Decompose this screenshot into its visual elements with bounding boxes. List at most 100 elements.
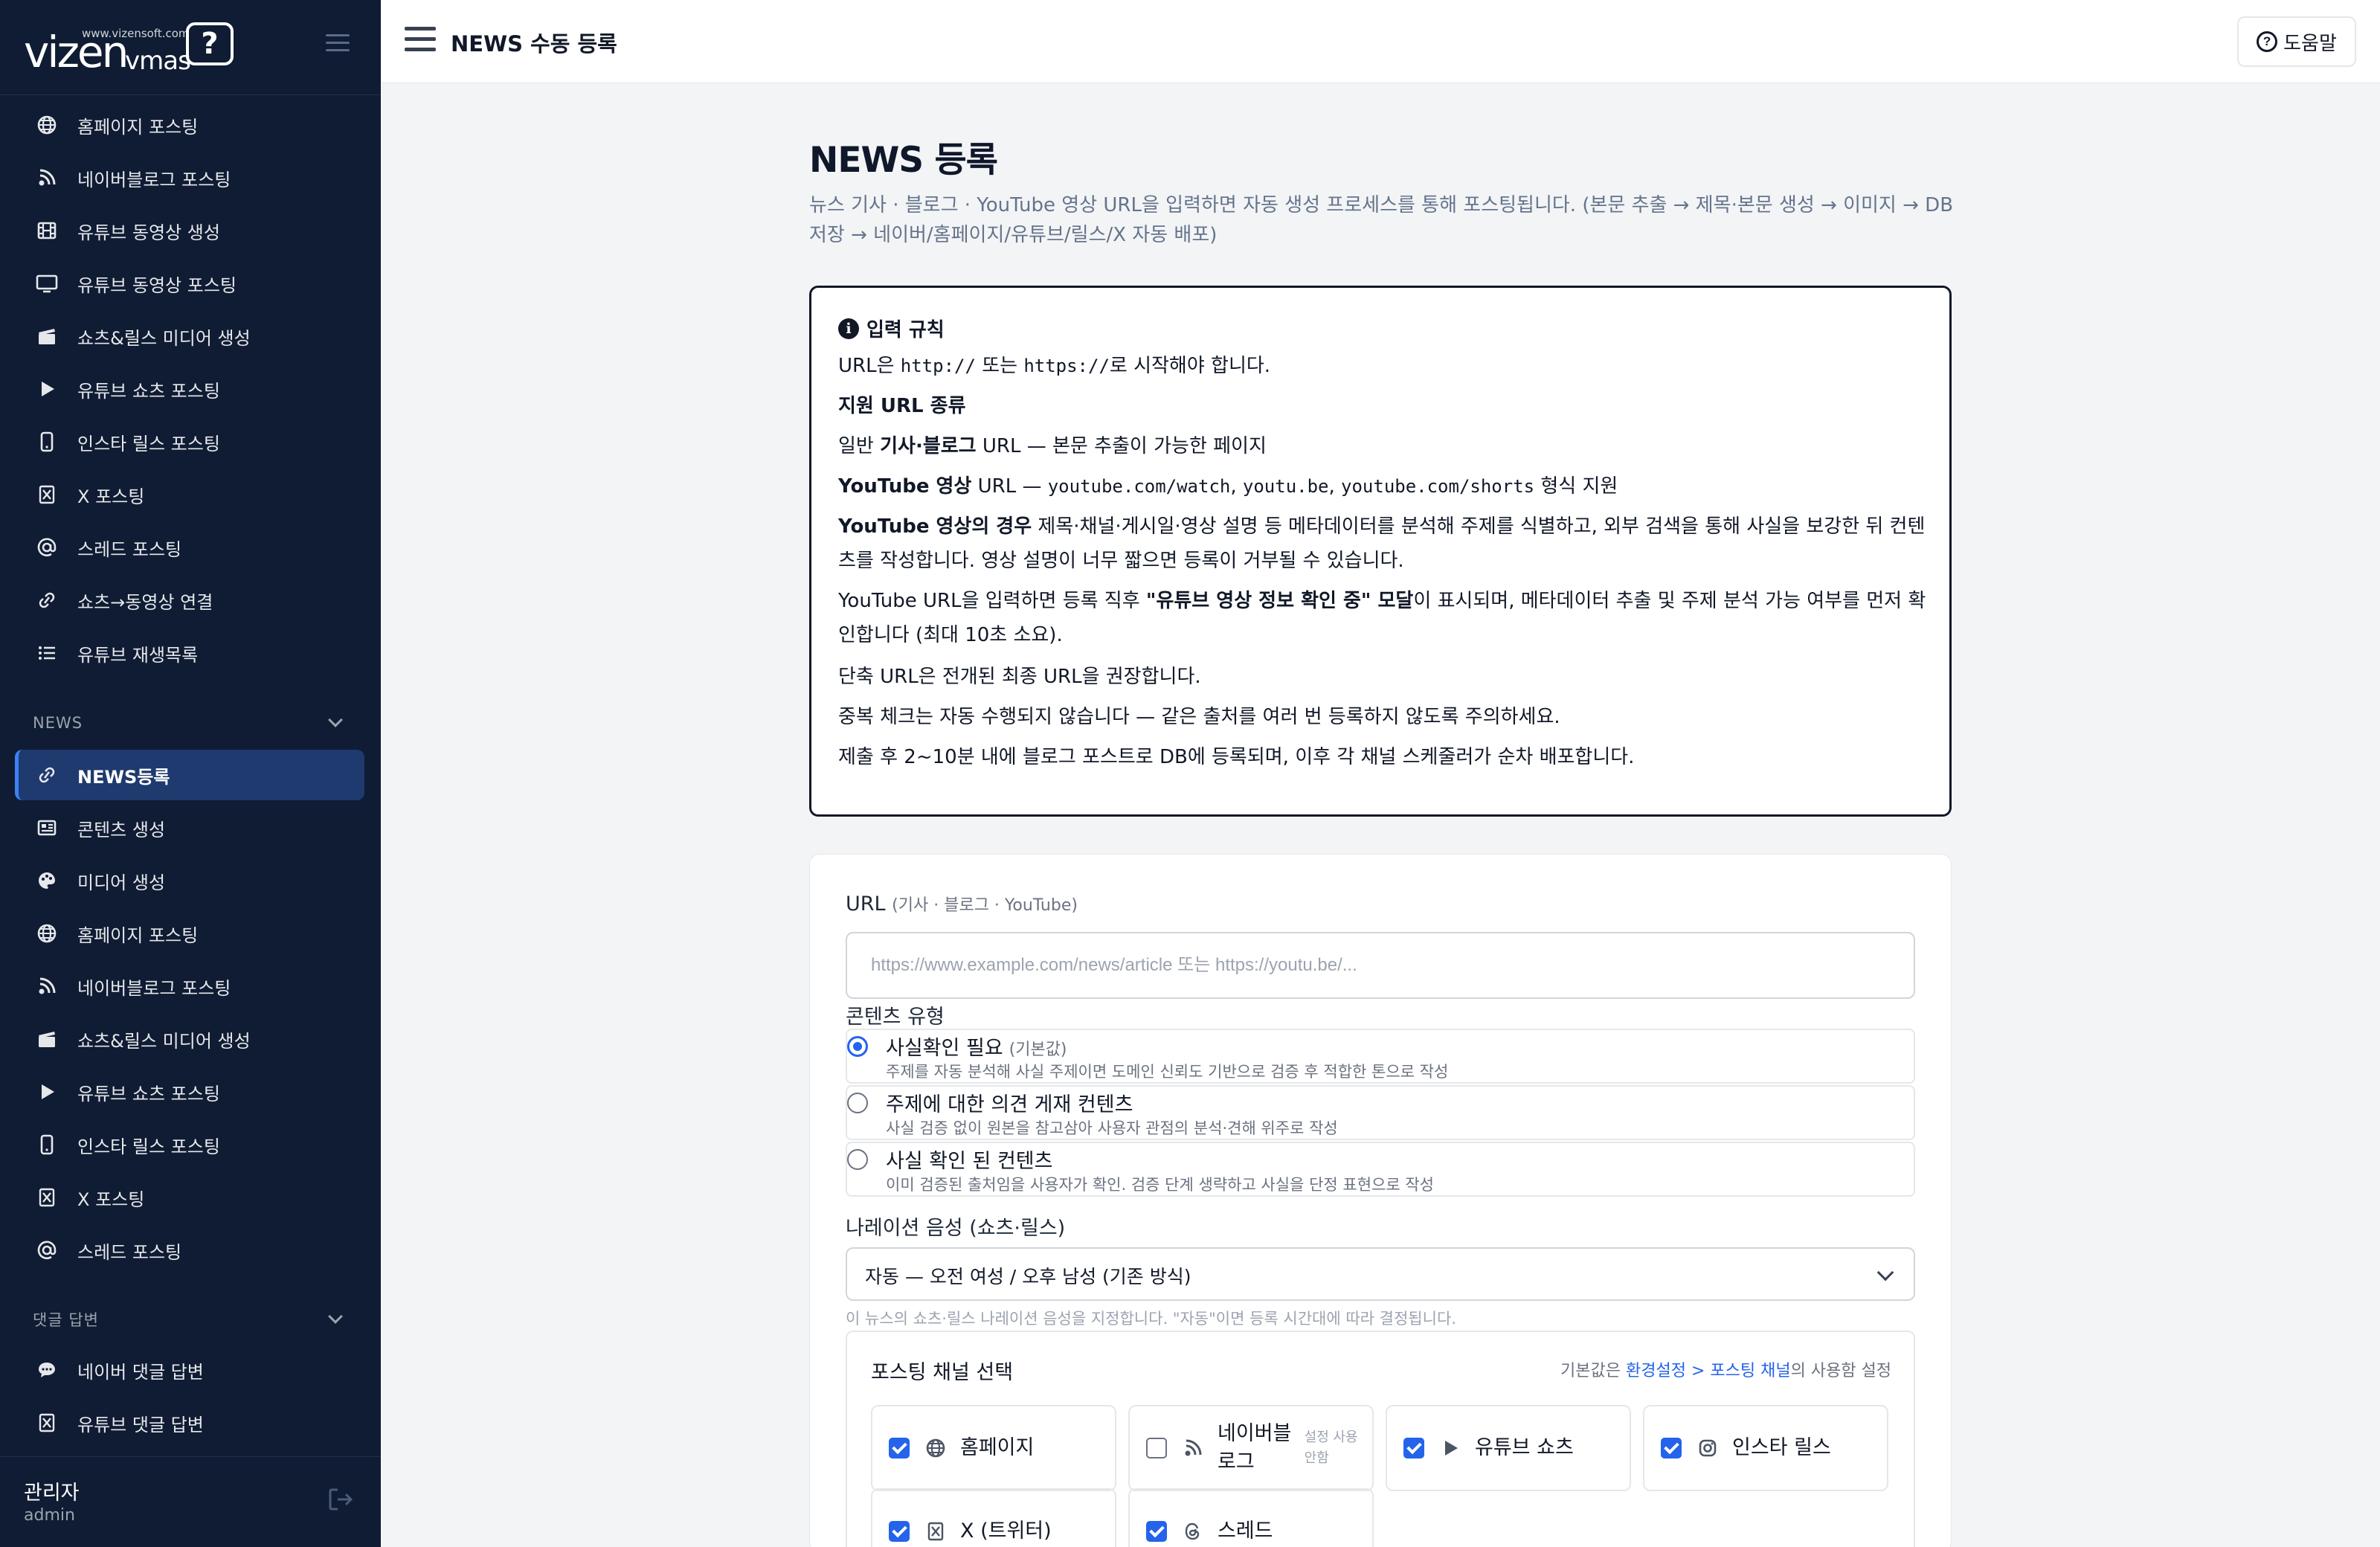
content-type-option[interactable]: 사실 확인 된 컨텐츠 이미 검증된 출처임을 사용자가 확인. 검증 단계 생략… — [846, 1142, 1915, 1197]
channel-note: 설정 사용 안함 — [1304, 1429, 1358, 1466]
at-icon — [34, 535, 60, 560]
phone-icon — [34, 429, 60, 454]
channel-checkbox[interactable] — [1146, 1521, 1167, 1542]
chevron-down-icon — [328, 1309, 343, 1324]
channel-option[interactable]: 네이버블로그 설정 사용 안함 — [1128, 1405, 1374, 1491]
newspaper-icon — [34, 815, 60, 840]
channels-note: 기본값은 환경설정 > 포스팅 채널의 사용함 설정 — [1560, 1362, 1891, 1380]
threads-icon — [1182, 1520, 1204, 1543]
sidebar-item[interactable]: 스레드 포스팅 — [15, 1225, 364, 1276]
top-bar: NEWS 수동 등록 ? 도움말 — [381, 0, 2380, 83]
sidebar-item[interactable]: 네이버블로그 포스팅 — [15, 152, 364, 203]
at-icon — [34, 1238, 60, 1263]
channel-option[interactable]: 유튜브 쇼츠 — [1386, 1405, 1631, 1491]
rule-youtube: YouTube 영상 URL — youtube.com/watch, yout… — [838, 475, 1618, 498]
sidebar-item[interactable]: 유튜브 쇼츠 포스팅 — [15, 364, 364, 414]
sidebar: www.vizensoft.com vizen vmas ? 홈페이지 포스팅 네… — [0, 0, 381, 1547]
rule-article: 일반 기사·블로그 URL — 본문 추출이 가능한 페이지 — [838, 435, 1267, 457]
channel-checkbox[interactable] — [1661, 1438, 1682, 1458]
info-icon: i — [838, 318, 859, 339]
news-form: URL (기사 · 블로그 · YouTube) 콘텐츠 유형 사실확인 필요(… — [809, 854, 1952, 1547]
sidebar-item[interactable]: 유튜브 동영상 생성 — [15, 205, 364, 256]
play-icon — [1439, 1437, 1461, 1459]
sidebar-item[interactable]: 인스타 릴스 포스팅 — [15, 1119, 364, 1170]
channel-option[interactable]: 스레드 — [1128, 1488, 1374, 1547]
channel-option[interactable]: 인스타 릴스 — [1643, 1405, 1888, 1491]
channel-checkbox[interactable] — [1146, 1438, 1167, 1458]
sidebar-item[interactable]: 쇼츠→동영상 연결 — [15, 575, 364, 625]
channel-checkbox[interactable] — [889, 1521, 910, 1542]
sidebar-item[interactable]: 네이버블로그 포스팅 — [15, 961, 364, 1012]
channel-label: 인스타 릴스 — [1732, 1436, 1831, 1459]
sidebar-item-label: 유튜브 댓글 답변 — [77, 1414, 204, 1435]
channel-label: 스레드 — [1218, 1519, 1273, 1543]
sidebar-collapse-icon[interactable] — [326, 34, 350, 52]
section-comments[interactable]: 댓글 답변 — [33, 1305, 348, 1334]
sidebar-item[interactable]: 유튜브 댓글 답변 — [15, 1398, 364, 1448]
sidebar-item-label: 쇼츠→동영상 연결 — [77, 591, 213, 613]
rules-heading: i 입력 규칙 — [838, 315, 945, 342]
monitor-icon — [34, 271, 60, 296]
sidebar-item[interactable]: 인스타 릴스 포스팅 — [15, 416, 364, 467]
logo-product: vmas — [125, 46, 191, 76]
section-comments-label: 댓글 답변 — [33, 1311, 99, 1329]
rule-supported-heading: 지원 URL 종류 — [838, 395, 966, 417]
channel-option[interactable]: 홈페이지 — [871, 1405, 1116, 1491]
x-icon — [924, 1520, 947, 1543]
phone-icon — [34, 1132, 60, 1157]
menu-icon[interactable] — [405, 27, 436, 54]
palette-icon — [34, 868, 60, 893]
logout-icon[interactable] — [327, 1487, 356, 1512]
logo-wordmark[interactable]: vizen — [24, 27, 129, 77]
section-news-label: NEWS — [33, 714, 83, 732]
channel-label: 유튜브 쇼츠 — [1475, 1436, 1574, 1459]
settings-link[interactable]: 환경설정 > 포스팅 채널 — [1626, 1362, 1791, 1380]
sidebar-item[interactable]: 미디어 생성 — [15, 855, 364, 906]
sidebar-item-label: 유튜브 재생목록 — [77, 644, 199, 666]
sidebar-item-label: 홈페이지 포스팅 — [77, 116, 199, 138]
play-icon — [34, 1079, 60, 1104]
sidebar-item[interactable]: 홈페이지 포스팅 — [15, 100, 364, 150]
sidebar-item[interactable]: 유튜브 쇼츠 포스팅 — [15, 1067, 364, 1117]
sidebar-item-label: 네이버블로그 포스팅 — [77, 977, 231, 999]
link-icon — [34, 588, 60, 613]
blog-icon — [34, 974, 60, 999]
sidebar-item-label: 유튜브 동영상 생성 — [77, 222, 220, 243]
user-name: 관리자 — [24, 1482, 80, 1505]
content-type-option[interactable]: 사실확인 필요 (기본값) 주제를 자동 분석해 사실 주제이면 도메인 신뢰도 기… — [846, 1029, 1915, 1084]
channel-checkbox[interactable] — [889, 1438, 910, 1458]
voice-select[interactable]: 자동 — 오전 여성 / 오후 남성 (기존 방식) — [846, 1247, 1915, 1301]
sidebar-item[interactable]: 스레드 포스팅 — [15, 522, 364, 573]
radio-button[interactable] — [847, 1093, 868, 1113]
help-button[interactable]: ? 도움말 — [2237, 16, 2356, 67]
blog-icon — [1182, 1437, 1204, 1459]
rule-schedule: 제출 후 2~10분 내에 블로그 포스트로 DB에 등록되며, 이후 각 채널… — [838, 746, 1635, 768]
content-type-option[interactable]: 주제에 대한 의견 게재 컨텐츠 사실 검증 없이 원본을 참고삼아 사용자 관점… — [846, 1085, 1915, 1140]
rules-heading-label: 입력 규칙 — [866, 319, 945, 341]
link-icon — [34, 762, 60, 788]
input-rules-panel: i 입력 규칙 URL은 http:// 또는 https://로 시작해야 합… — [809, 286, 1952, 817]
sidebar-item[interactable]: 유튜브 동영상 포스팅 — [15, 258, 364, 309]
sidebar-item[interactable]: 콘텐츠 생성 — [15, 803, 364, 853]
sidebar-item[interactable]: X 포스팅 — [15, 469, 364, 520]
section-news[interactable]: NEWS — [33, 708, 348, 738]
sidebar-item[interactable]: 홈페이지 포스팅 — [15, 908, 364, 959]
radio-button[interactable] — [847, 1036, 868, 1057]
sidebar-item[interactable]: 쇼츠&릴스 미디어 생성 — [15, 311, 364, 361]
sidebar-item[interactable]: 유튜브 재생목록 — [15, 628, 364, 678]
sidebar-item-label: 인스타 릴스 포스팅 — [77, 433, 220, 454]
channel-checkbox[interactable] — [1403, 1438, 1424, 1458]
url-label-sub: (기사 · 블로그 · YouTube) — [892, 896, 1078, 915]
sidebar-item[interactable]: NEWS등록 — [15, 750, 364, 800]
sidebar-item[interactable]: 네이버 댓글 답변 — [15, 1345, 364, 1395]
channel-label: 홈페이지 — [960, 1436, 1035, 1459]
radio-button[interactable] — [847, 1149, 868, 1170]
voice-select-value: 자동 — 오전 여성 / 오후 남성 (기존 방식) — [865, 1266, 1191, 1287]
sidebar-item[interactable]: X 포스팅 — [15, 1172, 364, 1223]
sidebar-item[interactable]: 쇼츠&릴스 미디어 생성 — [15, 1014, 364, 1064]
content-type-title: 사실확인 필요 (기본값) — [886, 1037, 1067, 1060]
globe-icon — [34, 112, 60, 138]
channel-option[interactable]: X (트위터) — [871, 1488, 1116, 1547]
sidebar-item-label: 유튜브 쇼츠 포스팅 — [77, 380, 220, 402]
url-input[interactable] — [846, 932, 1915, 999]
